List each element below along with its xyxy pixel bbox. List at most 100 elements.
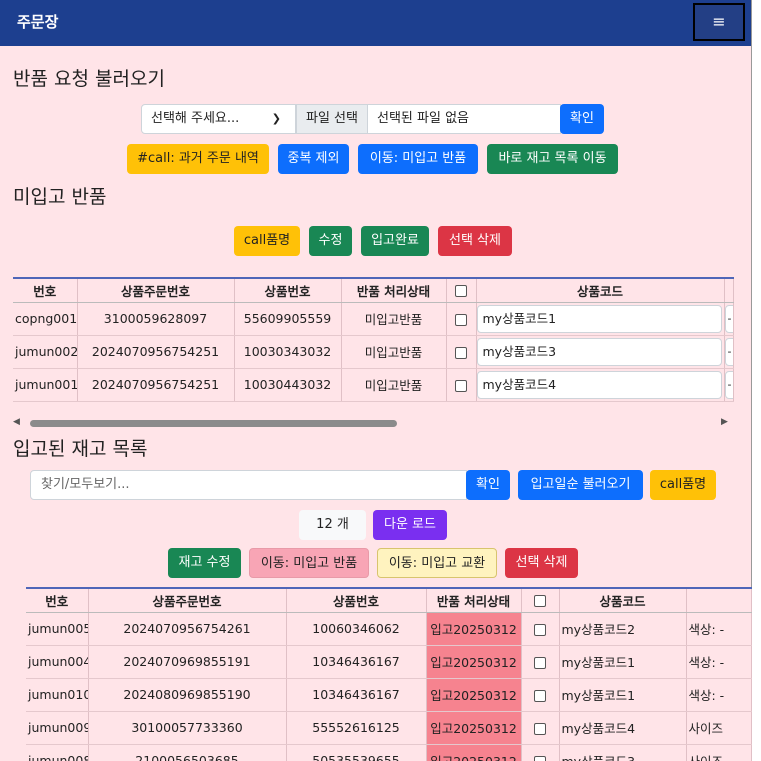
- scrollbar-thumb[interactable]: [30, 420, 397, 427]
- remove-duplicates-button[interactable]: 중복 제외: [278, 144, 349, 174]
- delete-selected-button-2[interactable]: 선택 삭제: [505, 548, 578, 578]
- table-row: jumun005 2024070956754261 10060346062 입고…: [26, 612, 752, 646]
- cell-product-no: 10346436167: [286, 645, 427, 679]
- cell-number: jumun004: [26, 645, 89, 679]
- edit-button[interactable]: 수정: [309, 226, 352, 256]
- column-header-return-status: 반품 처리상태: [426, 587, 522, 613]
- download-button[interactable]: 다운 로드: [373, 510, 447, 540]
- chevron-down-icon: ❯: [271, 112, 281, 125]
- source-select[interactable]: 선택해 주세요... ❯: [141, 104, 296, 134]
- cell-product-code: my상품코드2: [559, 612, 687, 646]
- product-code-input[interactable]: my상품코드1: [476, 304, 722, 333]
- edit-stock-button[interactable]: 재고 수정: [168, 548, 241, 578]
- hamburger-icon[interactable]: ≡: [693, 3, 745, 41]
- cell-product-code: my상품코드4: [476, 368, 725, 402]
- cell-product-no: 55552616125: [286, 711, 427, 745]
- load-by-receive-date-button[interactable]: 입고일순 불러오기: [518, 470, 643, 500]
- move-to-unreceived-return-button[interactable]: 이동: 미입고 반품: [358, 144, 478, 174]
- move-to-unreceived-return-button-2[interactable]: 이동: 미입고 반품: [249, 548, 369, 578]
- section-title-return-request: 반품 요청 불러오기: [13, 68, 165, 90]
- column-header-product-no: 상품번호: [234, 277, 342, 303]
- row-checkbox[interactable]: [521, 744, 560, 761]
- option-input[interactable]: -: [724, 304, 732, 333]
- row-checkbox[interactable]: [521, 711, 560, 745]
- cell-product-no: 10346436167: [286, 678, 427, 712]
- unreceived-returns-table: 번호 상품주문번호 상품번호 반품 처리상태 상품코드 copng001 310…: [13, 277, 734, 402]
- option-input[interactable]: -: [724, 337, 732, 366]
- delete-selected-button[interactable]: 선택 삭제: [438, 226, 512, 256]
- scroll-left-arrow-icon[interactable]: ◀: [13, 417, 20, 427]
- call-product-name-button[interactable]: call품명: [234, 226, 300, 256]
- row-checkbox[interactable]: [521, 678, 560, 712]
- row-checkbox[interactable]: [446, 302, 477, 336]
- option-input[interactable]: -: [724, 370, 732, 399]
- column-header-overflow: [724, 277, 734, 303]
- move-to-unreceived-exchange-button[interactable]: 이동: 미입고 교환: [377, 548, 497, 578]
- table-row: jumun008 2100056503685 50535539655 입고202…: [26, 744, 752, 761]
- cell-return-status: 미입고반품: [341, 302, 447, 336]
- source-select-value: 선택해 주세요...: [151, 111, 240, 126]
- column-header-product-code: 상품코드: [559, 587, 687, 613]
- call-past-orders-button[interactable]: #call: 과거 주문 내역: [127, 144, 269, 174]
- cell-product-no: 55609905559: [234, 302, 342, 336]
- item-count-badge: 12 개: [299, 510, 366, 540]
- cell-return-status: 입고20250312: [426, 645, 522, 679]
- horizontal-scrollbar[interactable]: ◀ ▶: [13, 416, 733, 430]
- row-checkbox[interactable]: [446, 335, 477, 369]
- cell-order-no: 3100059628097: [77, 302, 235, 336]
- cell-return-status: 입고20250312: [426, 612, 522, 646]
- cell-overflow: -: [724, 335, 734, 369]
- receive-complete-button[interactable]: 입고완료: [361, 226, 429, 256]
- cell-option: 색상: -: [686, 645, 752, 679]
- file-select-button[interactable]: 파일 선택: [296, 104, 368, 134]
- cell-order-no: 2024080969855190: [88, 678, 287, 712]
- cell-number: jumun001: [13, 368, 78, 402]
- go-to-stock-list-button[interactable]: 바로 재고 목록 이동: [487, 144, 618, 174]
- cell-product-code: my상품코드4: [559, 711, 687, 745]
- select-all-checkbox[interactable]: [446, 277, 477, 303]
- cell-order-no: 2024070956754261: [88, 612, 287, 646]
- app-title[interactable]: 주문장: [17, 11, 58, 32]
- window-edge: [751, 0, 761, 761]
- call-product-name-button-2[interactable]: call품명: [650, 470, 716, 500]
- cell-return-status: 입고20250312: [426, 711, 522, 745]
- row-checkbox[interactable]: [521, 645, 560, 679]
- row-checkbox[interactable]: [446, 368, 477, 402]
- cell-product-code: my상품코드1: [559, 678, 687, 712]
- table-header-row: 번호 상품주문번호 상품번호 반품 처리상태 상품코드: [13, 277, 734, 303]
- scroll-right-arrow-icon[interactable]: ▶: [721, 417, 728, 427]
- table-row: jumun009 30100057733360 55552616125 입고20…: [26, 711, 752, 745]
- product-code-input[interactable]: my상품코드4: [476, 370, 722, 399]
- cell-order-no: 30100057733360: [88, 711, 287, 745]
- cell-number: jumun009: [26, 711, 89, 745]
- row-checkbox[interactable]: [521, 612, 560, 646]
- cell-product-no: 50535539655: [286, 744, 427, 761]
- table-header-row: 번호 상품주문번호 상품번호 반품 처리상태 상품코드: [26, 587, 752, 613]
- cell-number: jumun008: [26, 744, 89, 761]
- cell-return-status: 입고20250312: [426, 744, 522, 761]
- select-all-checkbox[interactable]: [521, 587, 560, 613]
- cell-product-code: my상품코드1: [559, 645, 687, 679]
- cell-order-no: 2024070956754251: [77, 335, 235, 369]
- column-header-order-no: 상품주문번호: [88, 587, 287, 613]
- cell-order-no: 2024070969855191: [88, 645, 287, 679]
- section-title-unreceived-returns: 미입고 반품: [13, 186, 107, 208]
- cell-return-status: 입고20250312: [426, 678, 522, 712]
- top-navbar: 주문장 ≡: [0, 0, 761, 46]
- search-input[interactable]: 찾기/모두보기...: [30, 470, 467, 500]
- column-header-option: [686, 587, 752, 613]
- table-row: jumun004 2024070969855191 10346436167 입고…: [26, 645, 752, 679]
- product-code-input[interactable]: my상품코드3: [476, 337, 722, 366]
- confirm-upload-button[interactable]: 확인: [560, 104, 604, 134]
- cell-product-no: 10030343032: [234, 335, 342, 369]
- cell-product-code: my상품코드3: [559, 744, 687, 761]
- cell-product-code: my상품코드1: [476, 302, 725, 336]
- column-header-product-code: 상품코드: [476, 277, 725, 303]
- search-confirm-button[interactable]: 확인: [466, 470, 510, 500]
- cell-product-code: my상품코드3: [476, 335, 725, 369]
- cell-number: jumun002: [13, 335, 78, 369]
- column-header-return-status: 반품 처리상태: [341, 277, 447, 303]
- cell-product-no: 10030443032: [234, 368, 342, 402]
- cell-option: 색상: -: [686, 678, 752, 712]
- cell-product-no: 10060346062: [286, 612, 427, 646]
